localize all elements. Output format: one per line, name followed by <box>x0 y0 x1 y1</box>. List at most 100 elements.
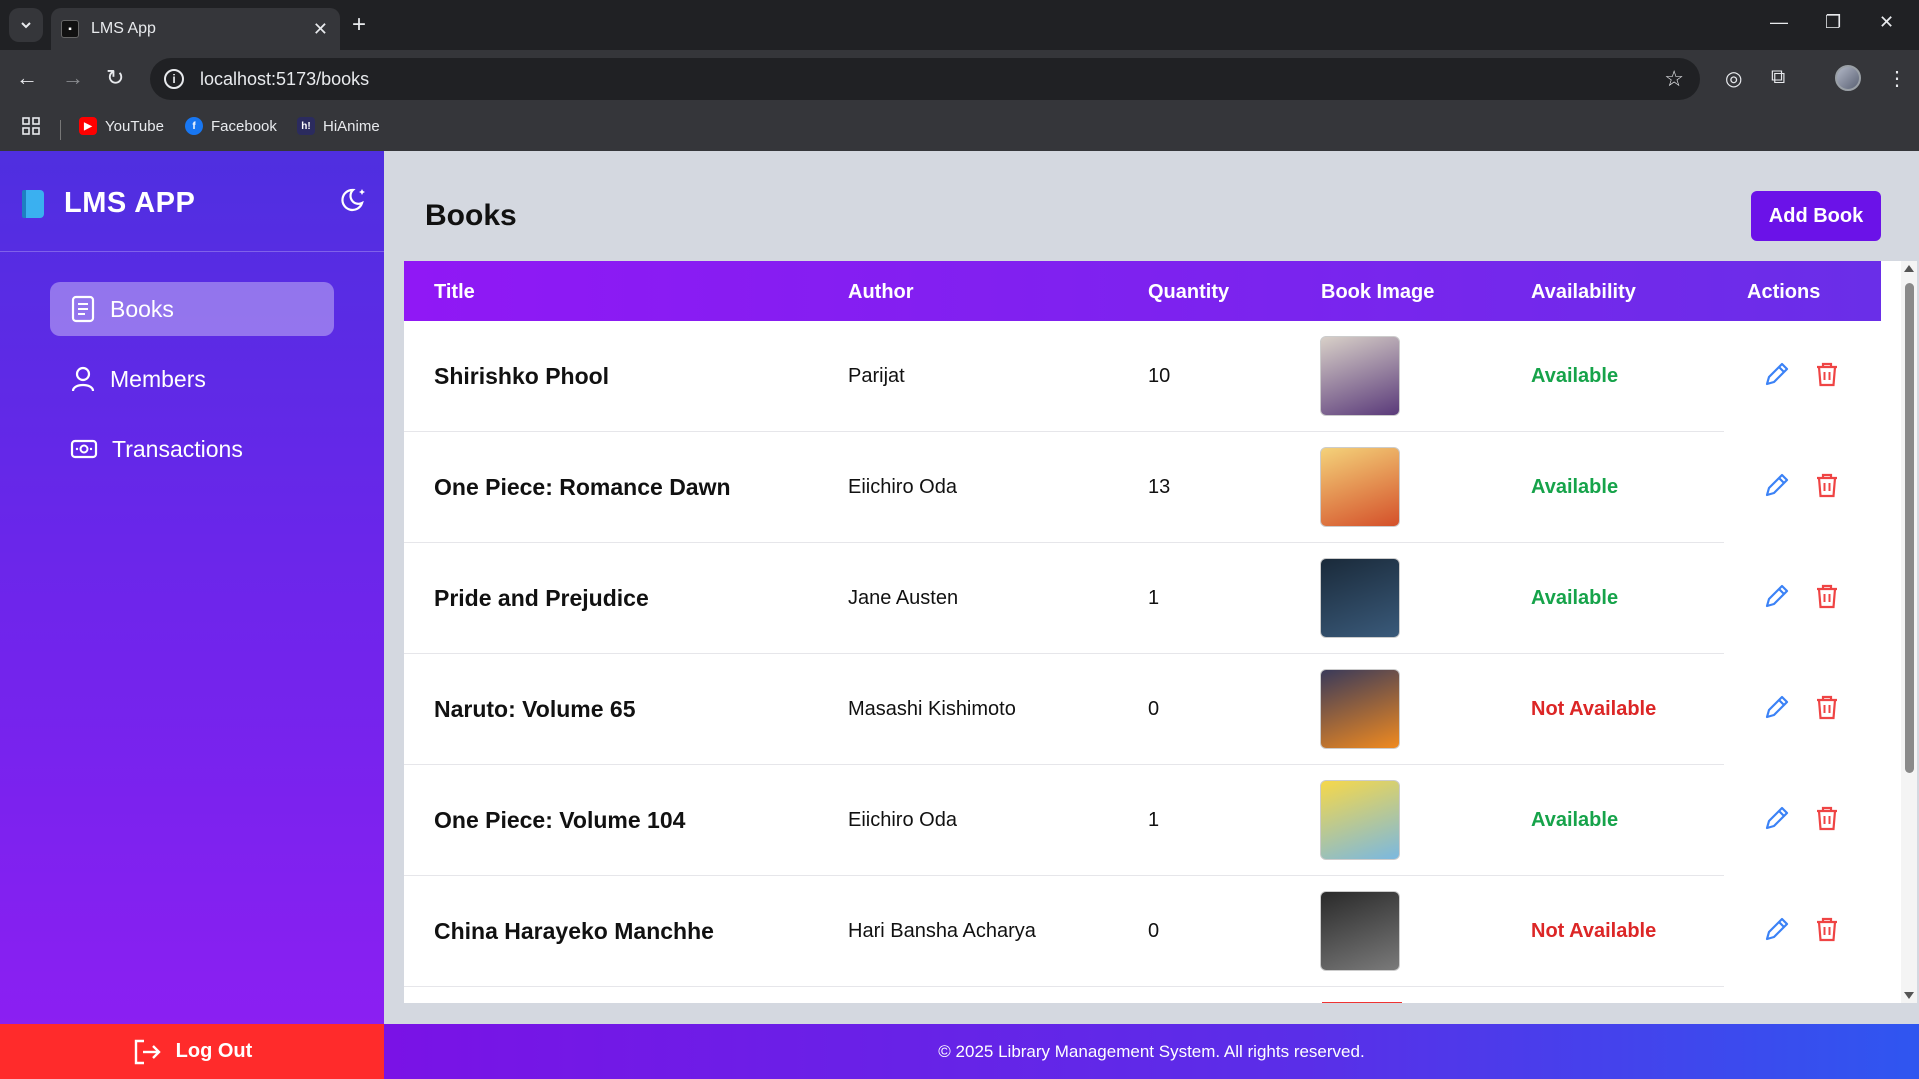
apps-grid-icon[interactable] <box>22 117 40 135</box>
edit-button[interactable] <box>1762 914 1792 949</box>
book-image-cell <box>1320 321 1400 431</box>
book-cover-image <box>1320 447 1400 527</box>
hianime-icon: h! <box>297 117 315 135</box>
edit-button[interactable] <box>1762 803 1792 838</box>
book-title: Naruto: Volume 65 <box>434 695 636 722</box>
extensions-puzzle-icon[interactable]: ⧉ <box>1771 66 1785 89</box>
sidebar-item-members[interactable]: Members <box>50 352 334 406</box>
pencil-icon <box>1765 584 1789 607</box>
tab-close-icon[interactable]: ✕ <box>313 19 328 40</box>
trash-icon <box>1817 806 1837 830</box>
trash-icon <box>1817 362 1837 386</box>
back-icon[interactable]: ← <box>16 66 38 90</box>
address-bar[interactable]: i localhost:5173/books ☆ <box>150 58 1700 100</box>
footer: © 2025 Library Management System. All ri… <box>384 1024 1919 1079</box>
window-close-icon[interactable]: ✕ <box>1879 12 1894 33</box>
extension-target-icon[interactable]: ◎ <box>1725 66 1742 91</box>
app-favicon-icon: ▪ <box>61 20 79 38</box>
book-author: Jane Austen <box>848 586 959 609</box>
pencil-icon <box>1765 362 1789 385</box>
availability-status: Available <box>1531 364 1619 387</box>
facebook-icon: f <box>185 117 203 135</box>
app-root: LMS APP Books Members Transactions Books… <box>0 151 1919 1079</box>
trash-icon <box>1817 584 1837 608</box>
money-icon <box>70 439 98 459</box>
books-table: Title Author Quantity Book Image Availab… <box>404 261 1917 1003</box>
pencil-icon <box>1765 806 1789 829</box>
scrollbar-thumb[interactable] <box>1905 283 1914 773</box>
trash-icon <box>1817 917 1837 941</box>
bookmark-facebook[interactable]: f Facebook <box>185 117 277 135</box>
profile-avatar[interactable] <box>1835 65 1861 91</box>
book-title: One Piece: Volume 104 <box>434 806 686 833</box>
bookmark-hianime[interactable]: h! HiAnime <box>297 117 380 135</box>
book-image-cell <box>1320 876 1400 986</box>
book-quantity: 0 <box>1148 919 1160 942</box>
book-cover-image <box>1320 669 1400 749</box>
book-logo-icon <box>22 189 44 218</box>
sidebar-item-label: Books <box>110 295 174 322</box>
book-quantity: 0 <box>1148 697 1160 720</box>
browser-tab[interactable]: ▪ LMS App ✕ <box>51 8 340 50</box>
user-icon <box>71 366 95 392</box>
next-row-cover-peek <box>1322 1002 1402 1003</box>
book-cover-image <box>1320 336 1400 416</box>
bookmarks-divider <box>60 120 61 140</box>
book-title: Shirishko Phool <box>434 362 610 389</box>
bookmark-star-icon[interactable]: ☆ <box>1664 66 1684 92</box>
logout-label: Log Out <box>175 1040 253 1062</box>
book-quantity: 10 <box>1148 364 1171 387</box>
table-row: One Piece: Romance Dawn Eiichiro Oda 13 Ava… <box>404 432 1837 543</box>
column-header-quantity: Quantity <box>1148 281 1230 303</box>
reload-icon[interactable]: ↻ <box>106 66 124 90</box>
book-author: Parijat <box>848 364 905 387</box>
browser-tabbar: ▪ LMS App ✕ + — ❐ ✕ <box>0 0 1919 50</box>
tab-search-button[interactable] <box>9 8 43 42</box>
delete-button[interactable] <box>1812 803 1842 838</box>
bookmark-label: YouTube <box>105 117 164 135</box>
restore-icon[interactable]: ❐ <box>1825 12 1841 33</box>
delete-button[interactable] <box>1812 359 1842 394</box>
edit-button[interactable] <box>1762 470 1792 505</box>
delete-button[interactable] <box>1812 581 1842 616</box>
delete-button[interactable] <box>1812 914 1842 949</box>
browser-menu-icon[interactable]: ⋮ <box>1887 66 1907 91</box>
row-actions <box>1762 876 1862 986</box>
sidebar-item-books[interactable]: Books <box>50 282 334 336</box>
minimize-icon[interactable]: — <box>1770 12 1788 33</box>
trash-icon <box>1817 695 1837 719</box>
sidebar: LMS APP Books Members Transactions <box>0 151 384 1024</box>
bookmark-label: HiAnime <box>323 117 380 135</box>
column-header-image: Book Image <box>1321 281 1435 303</box>
delete-button[interactable] <box>1812 692 1842 727</box>
pencil-icon <box>1765 695 1789 718</box>
sidebar-item-label: Members <box>110 365 206 392</box>
brand: LMS APP <box>22 187 195 220</box>
bookmark-youtube[interactable]: ▶ YouTube <box>79 117 164 135</box>
availability-status: Available <box>1531 475 1619 498</box>
sidebar-item-transactions[interactable]: Transactions <box>50 422 334 476</box>
forward-icon[interactable]: → <box>62 66 84 90</box>
edit-button[interactable] <box>1762 359 1792 394</box>
site-info-icon[interactable]: i <box>164 69 184 89</box>
logout-icon <box>134 1039 161 1064</box>
edit-button[interactable] <box>1762 692 1792 727</box>
column-header-title: Title <box>434 281 475 303</box>
column-header-actions: Actions <box>1747 281 1821 303</box>
tab-title: LMS App <box>91 20 156 37</box>
add-book-button[interactable]: Add Book <box>1751 191 1881 241</box>
logout-button[interactable]: Log Out <box>0 1024 384 1079</box>
scroll-down-icon[interactable] <box>1904 992 1914 999</box>
table-scrollbar[interactable] <box>1901 261 1917 1003</box>
new-tab-button[interactable]: + <box>352 12 366 38</box>
row-actions <box>1762 765 1862 875</box>
table-row: China Harayeko Manchhe Hari Bansha Achary… <box>404 876 1837 987</box>
row-actions <box>1762 432 1862 542</box>
delete-button[interactable] <box>1812 470 1842 505</box>
youtube-icon: ▶ <box>79 117 97 135</box>
table-row: Shirishko Phool Parijat 10 Available <box>404 321 1837 432</box>
scroll-up-icon[interactable] <box>1904 265 1914 272</box>
edit-button[interactable] <box>1762 581 1792 616</box>
sidebar-divider <box>0 251 384 252</box>
moon-icon[interactable] <box>340 185 370 215</box>
